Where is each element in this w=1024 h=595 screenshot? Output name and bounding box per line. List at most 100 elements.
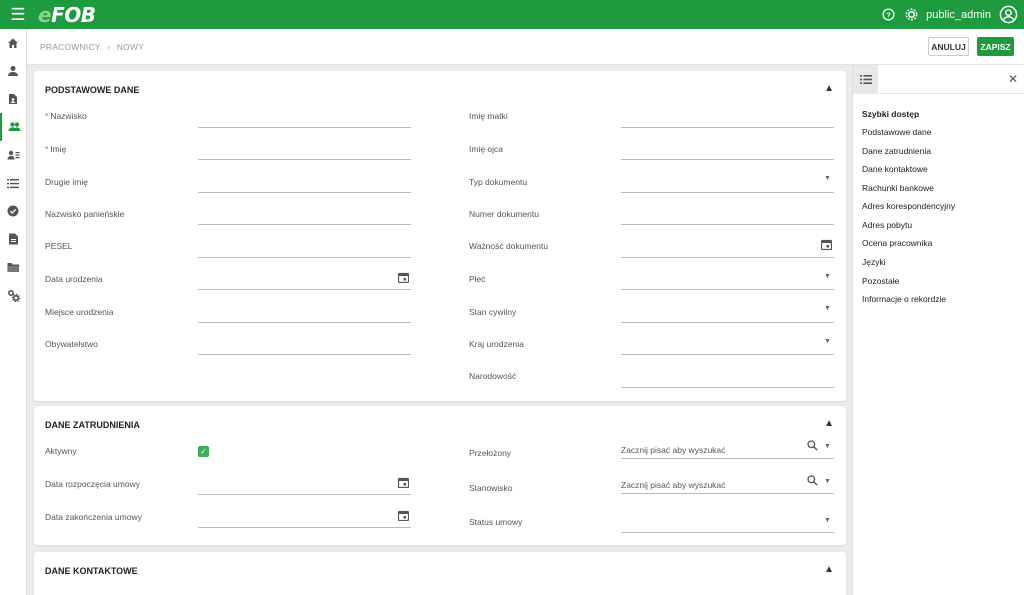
home-icon[interactable] (0, 29, 26, 57)
svg-text:?: ? (886, 10, 891, 19)
label-contract-end: Data zakończenia umowy (45, 512, 142, 522)
quick-link-other[interactable]: Pozostałe (862, 276, 899, 286)
username[interactable]: public_admin (926, 9, 991, 21)
dropdown-arrow-icon[interactable]: ▼ (824, 305, 831, 312)
dropdown-arrow-icon[interactable]: ▼ (824, 338, 831, 345)
check-circle-icon[interactable] (0, 197, 26, 225)
label-first-name: * Imię (45, 144, 67, 154)
position-search-input[interactable]: Zacznij pisać aby wyszukać (621, 480, 725, 490)
document-number-input[interactable] (621, 224, 834, 225)
label-nationality: Narodowość (469, 371, 517, 381)
label-birth-place: Miejsce urodzenia (45, 307, 114, 317)
label-pesel: PESEL (45, 241, 73, 251)
calendar-icon[interactable] (397, 477, 410, 490)
document-expiry-input[interactable] (621, 257, 834, 258)
label-supervisor: Przełożony (469, 448, 512, 458)
birth-country-select[interactable] (621, 354, 834, 355)
position-field-line (621, 493, 834, 494)
first-name-input[interactable] (198, 159, 411, 160)
label-citizenship: Obywatelstwo (45, 339, 98, 349)
collapse-chevron-icon[interactable]: ▲ (824, 83, 834, 94)
contract-status-select[interactable] (621, 532, 834, 533)
section-title: DANE ZATRUDNIENIA (45, 420, 140, 430)
label-active: Aktywny (45, 446, 77, 456)
cancel-button[interactable]: ANULUJ (928, 37, 969, 56)
father-name-input[interactable] (621, 159, 834, 160)
page-header: PRACOWNICY › NOWY ANULUJ ZAPISZ (27, 29, 1024, 65)
maiden-name-input[interactable] (198, 224, 411, 225)
id-document-icon[interactable] (0, 85, 26, 113)
middle-name-input[interactable] (198, 192, 411, 193)
document-icon[interactable] (0, 225, 26, 253)
employees-icon[interactable] (0, 113, 26, 141)
birth-place-input[interactable] (198, 322, 411, 323)
surname-input[interactable] (198, 127, 411, 128)
quick-link-languages[interactable]: Języki (862, 257, 886, 267)
birth-date-input[interactable] (198, 289, 411, 290)
supervisor-search-input[interactable]: Zacznij pisać aby wyszukać (621, 445, 725, 455)
label-marital-status: Stan cywilny (469, 307, 517, 317)
quick-link-residence-address[interactable]: Adres pobytu (862, 220, 912, 230)
calendar-icon[interactable] (820, 239, 833, 252)
section-basic-data: PODSTAWOWE DANE ▲ * Nazwisko * Imię Drugie… (34, 71, 846, 401)
quick-access-header: ✕ (853, 65, 1024, 94)
top-bar: ☰ eFOB ? public_admin (0, 0, 1024, 29)
label-contract-start: Data rozpoczęcia umowy (45, 479, 140, 489)
quick-link-employment[interactable]: Dane zatrudnienia (862, 146, 931, 156)
help-icon[interactable]: ? (880, 7, 896, 23)
folder-icon[interactable] (0, 253, 26, 281)
account-icon[interactable] (998, 5, 1018, 25)
contract-start-input[interactable] (198, 494, 411, 495)
quick-link-record-info[interactable]: Informacje o rekordzie (862, 294, 946, 304)
settings-icon[interactable] (903, 7, 919, 23)
quick-link-contact[interactable]: Dane kontaktowe (862, 164, 928, 174)
collapse-chevron-icon[interactable]: ▲ (824, 564, 834, 575)
quick-link-employee-rating[interactable]: Ocena pracownika (862, 238, 932, 248)
menu-icon[interactable]: ☰ (0, 0, 36, 29)
label-middle-name: Drugie imię (45, 177, 88, 187)
close-icon[interactable]: ✕ (1008, 72, 1018, 86)
label-position: Stanowisko (469, 483, 513, 493)
label-document-type: Typ dokumentu (469, 177, 528, 187)
quick-link-basic-data[interactable]: Podstawowe dane (862, 127, 931, 137)
mother-name-input[interactable] (621, 127, 834, 128)
save-button[interactable]: ZAPISZ (977, 37, 1014, 56)
breadcrumb: PRACOWNICY › NOWY (40, 42, 148, 52)
contract-end-input[interactable] (198, 527, 411, 528)
breadcrumb-employees[interactable]: PRACOWNICY (40, 42, 101, 52)
quick-link-correspondence-address[interactable]: Adres korespondencyjny (862, 201, 955, 211)
label-document-expiry: Ważność dokumentu (469, 241, 549, 251)
sidebar (0, 29, 27, 595)
dropdown-arrow-icon[interactable]: ▼ (824, 478, 831, 485)
sex-select[interactable] (621, 289, 834, 290)
app-logo[interactable]: eFOB (38, 3, 96, 27)
label-contract-status: Status umowy (469, 517, 523, 527)
label-father-name: Imię ojca (469, 144, 504, 154)
breadcrumb-new: NOWY (116, 42, 144, 52)
label-mother-name: Imię matki (469, 111, 508, 121)
label-sex: Płeć (469, 274, 486, 284)
citizenship-input[interactable] (198, 354, 411, 355)
search-icon[interactable] (807, 440, 818, 453)
dropdown-arrow-icon[interactable]: ▼ (824, 273, 831, 280)
list-icon[interactable] (0, 169, 26, 197)
section-employment: DANE ZATRUDNIENIA ▲ Aktywny ✓ Data rozpo… (34, 406, 846, 545)
quick-link-bank-accounts[interactable]: Rachunki bankowe (862, 183, 934, 193)
calendar-icon[interactable] (397, 510, 410, 523)
dropdown-arrow-icon[interactable]: ▼ (824, 443, 831, 450)
section-contact: DANE KONTAKTOWE ▲ (34, 552, 846, 595)
collapse-chevron-icon[interactable]: ▲ (824, 418, 834, 429)
toc-list-icon[interactable] (853, 65, 878, 94)
active-checkbox[interactable]: ✓ (198, 446, 209, 457)
user-icon[interactable] (0, 57, 26, 85)
marital-status-select[interactable] (621, 322, 834, 323)
nationality-input[interactable] (621, 387, 834, 388)
pesel-input[interactable] (198, 257, 411, 258)
document-type-select[interactable] (621, 192, 834, 193)
user-list-icon[interactable] (0, 141, 26, 169)
dropdown-arrow-icon[interactable]: ▼ (824, 175, 831, 182)
dropdown-arrow-icon[interactable]: ▼ (824, 517, 831, 524)
admin-settings-icon[interactable] (0, 281, 26, 309)
search-icon[interactable] (807, 475, 818, 488)
calendar-icon[interactable] (397, 272, 410, 285)
